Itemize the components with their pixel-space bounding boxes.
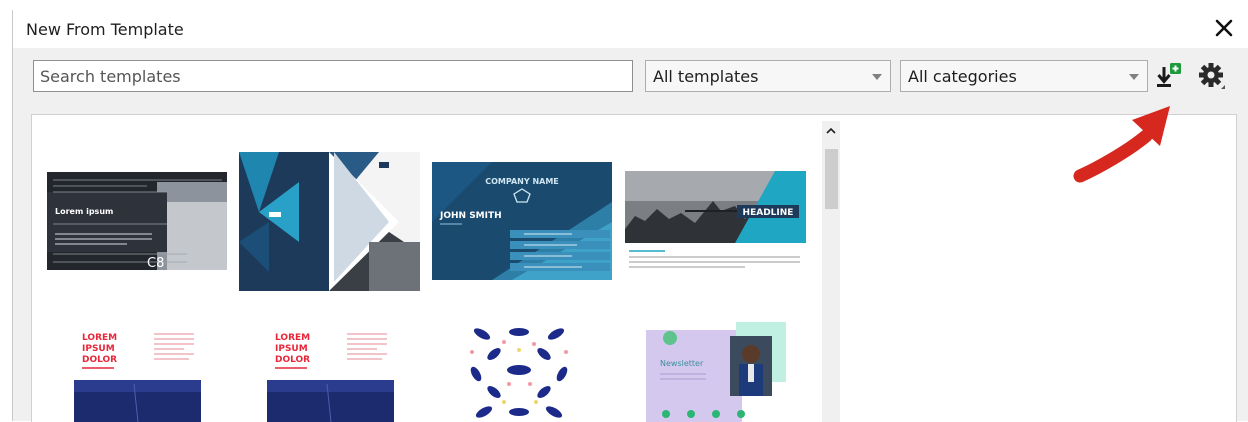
template-gallery: Lorem ipsum C8 COMPANY NAME JOHN SMITH H…	[31, 114, 1237, 422]
search-templates-input[interactable]	[33, 60, 633, 92]
chevron-up-icon	[826, 127, 836, 134]
poster1-line2: IPSUM	[82, 344, 115, 354]
dialog-title: New From Template	[26, 20, 184, 39]
pattern-design-art	[464, 322, 574, 422]
poster2-line2: IPSUM	[275, 344, 308, 354]
business-card-company: COMPANY NAME	[485, 177, 559, 186]
template-thumbnail-blue-brochure[interactable]	[239, 152, 420, 291]
new-from-template-dialog: New From Template All templates All cate…	[12, 10, 1248, 422]
lorem-poster-1-art: LOREM IPSUM DOLOR	[74, 322, 201, 422]
template-thumbnail-business-card[interactable]: COMPANY NAME JOHN SMITH	[432, 162, 612, 280]
template-thumbnail-newsletter[interactable]: Newsletter	[646, 322, 786, 422]
headline-flyer-art: HEADLINE	[625, 171, 806, 271]
blue-brochure-art	[239, 152, 420, 291]
newsletter-art: Newsletter	[646, 322, 786, 422]
tech-document-label: C8	[147, 256, 164, 270]
red-arrow-annotation-icon	[1073, 106, 1170, 183]
poster1-line3: DOLOR	[82, 355, 117, 365]
poster1-line1: LOREM	[82, 333, 117, 343]
newsletter-title: Newsletter	[660, 359, 704, 368]
title-bar: New From Template	[13, 10, 1248, 48]
close-icon	[1215, 19, 1233, 37]
vertical-scrollbar[interactable]	[822, 121, 840, 422]
poster2-line1: LOREM	[275, 333, 310, 343]
gear-icon	[1199, 63, 1225, 89]
template-type-selected: All templates	[653, 67, 759, 86]
template-thumbnail-lorem-poster-2[interactable]: LOREM IPSUM DOLOR	[267, 322, 394, 422]
business-card-name: JOHN SMITH	[439, 211, 502, 221]
tech-document-title: Lorem ipsum	[55, 207, 113, 216]
template-thumbnail-tech-document[interactable]: Lorem ipsum C8	[47, 172, 227, 270]
close-button[interactable]	[1209, 12, 1239, 44]
category-selected: All categories	[908, 67, 1017, 86]
tech-document-art: Lorem ipsum C8	[47, 172, 227, 270]
category-dropdown[interactable]: All categories	[900, 60, 1148, 92]
template-thumbnail-lorem-poster-1[interactable]: LOREM IPSUM DOLOR	[74, 322, 201, 422]
template-thumbnail-headline-flyer[interactable]: HEADLINE	[625, 171, 806, 271]
dropdown-arrow-icon	[1129, 74, 1139, 80]
scroll-up-button[interactable]	[822, 121, 840, 141]
template-type-dropdown[interactable]: All templates	[645, 60, 891, 92]
headline-flyer-title: HEADLINE	[743, 208, 794, 218]
scrollbar-thumb[interactable]	[825, 149, 838, 209]
dropdown-arrow-icon	[872, 74, 882, 80]
business-card-art: COMPANY NAME JOHN SMITH	[432, 162, 612, 280]
download-template-button[interactable]	[1154, 60, 1184, 92]
download-template-icon	[1157, 63, 1181, 87]
settings-button[interactable]	[1197, 60, 1227, 92]
poster2-line3: DOLOR	[275, 355, 310, 365]
lorem-poster-2-art: LOREM IPSUM DOLOR	[267, 322, 394, 422]
toolbar: All templates All categories	[13, 48, 1248, 110]
template-thumbnail-pattern-design[interactable]	[464, 322, 574, 422]
